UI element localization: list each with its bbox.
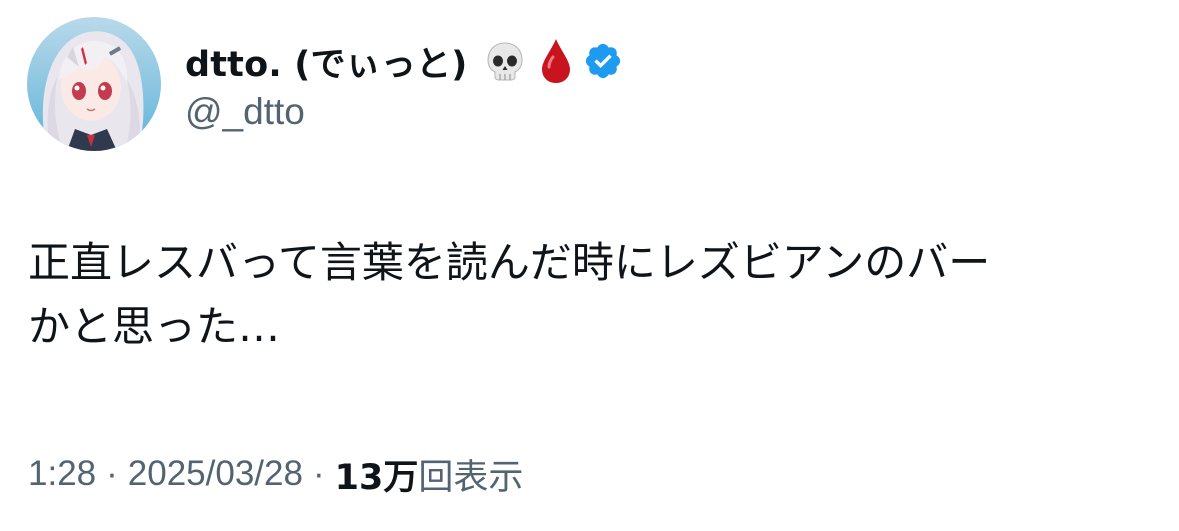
tweet-text: 正直レスバって言葉を読んだ時にレズビアンのバー かと思った… bbox=[28, 231, 1148, 359]
drop-of-blood-icon bbox=[539, 37, 573, 85]
avatar-image bbox=[27, 17, 161, 151]
tweet-time[interactable]: 1:28 bbox=[28, 454, 96, 494]
tweet-card: dtto. (でぃっと) @_dtto 正直レスバって言葉を読んだ時にレズビアン… bbox=[0, 0, 1179, 531]
meta-separator: · bbox=[312, 454, 325, 493]
avatar[interactable] bbox=[27, 17, 161, 151]
views-label: 回表示 bbox=[418, 457, 524, 498]
tweet-text-line-1: 正直レスバって言葉を読んだ時にレズビアンのバー bbox=[28, 238, 991, 287]
tweet-text-line-2: かと思った… bbox=[28, 302, 281, 351]
author-name-row: dtto. (でぃっと) bbox=[185, 30, 623, 92]
tweet-meta: 1:28 · 2025/03/28 · 13万 回表示 bbox=[28, 447, 523, 501]
meta-separator: · bbox=[106, 454, 118, 493]
display-name[interactable]: dtto. (でぃっと) bbox=[185, 36, 467, 87]
author-handle[interactable]: @_dtto bbox=[185, 91, 305, 133]
verified-badge-icon[interactable] bbox=[583, 41, 623, 81]
tweet-date[interactable]: 2025/03/28 bbox=[128, 454, 303, 494]
views-count: 13万 bbox=[334, 457, 419, 498]
skull-icon bbox=[483, 39, 527, 83]
